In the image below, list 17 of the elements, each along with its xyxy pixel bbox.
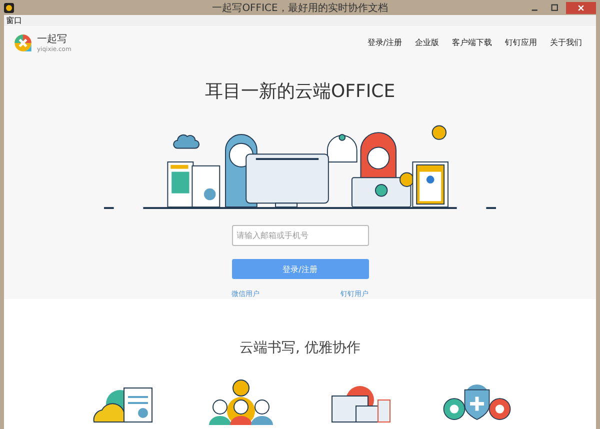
nav-link[interactable]: 登录/注册 xyxy=(367,37,402,48)
close-icon xyxy=(577,4,585,12)
app-icon xyxy=(4,2,14,12)
logo-icon xyxy=(13,32,33,52)
section-heading: 云端书写, 优雅协作 xyxy=(240,339,360,357)
team-people-icon xyxy=(206,379,276,425)
window-title: 一起写OFFICE，最好用的实时协作文档 xyxy=(212,2,388,14)
menu-item[interactable]: 窗口 xyxy=(6,15,22,26)
hero-heading: 耳目一新的云端OFFICE xyxy=(204,80,396,103)
logo-name: 一起写 xyxy=(37,32,68,46)
maximize-icon xyxy=(551,4,559,12)
close-button[interactable] xyxy=(566,2,596,14)
nav-link[interactable]: 客户端下载 xyxy=(452,37,492,48)
email-phone-field[interactable]: 请输入邮箱或手机号 xyxy=(232,225,368,246)
nav-link[interactable]: 关于我们 xyxy=(550,37,582,48)
nav-link[interactable]: 钉钉应用 xyxy=(505,37,537,48)
nav-link[interactable]: 企业版 xyxy=(415,37,439,48)
